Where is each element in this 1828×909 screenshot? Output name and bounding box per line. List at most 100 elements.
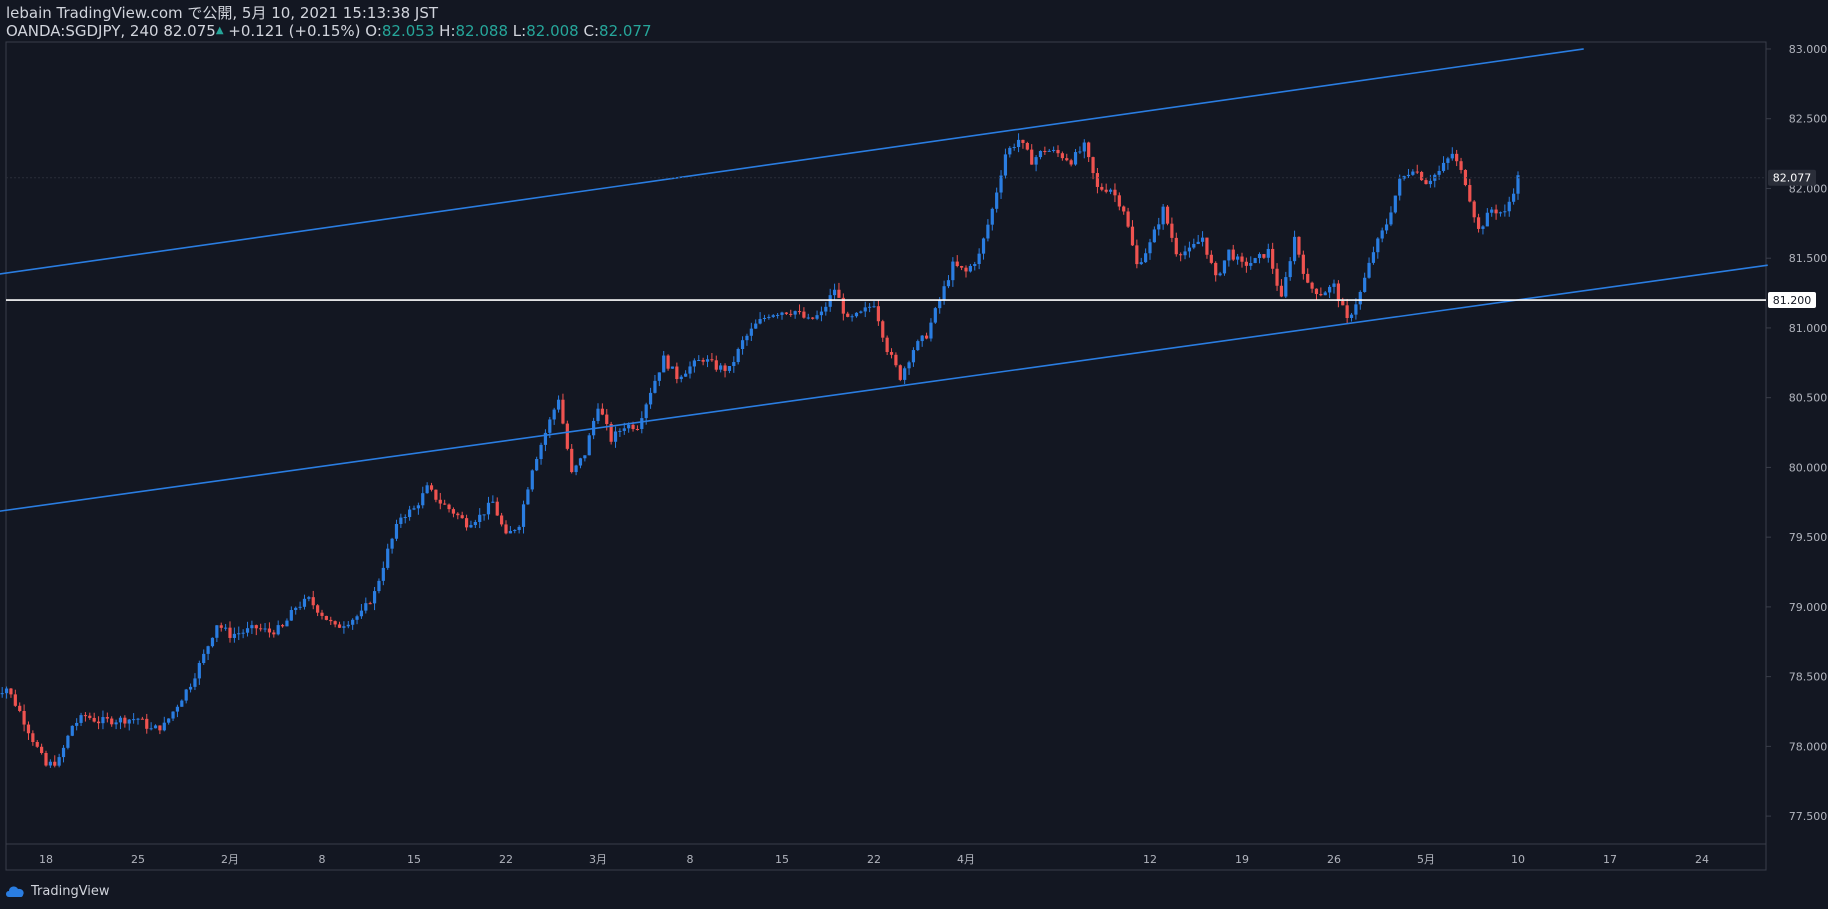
candle-body [1192,244,1196,248]
candle-body [1354,304,1358,315]
candle-body [1380,230,1384,239]
x-tick-label: 19 [1235,853,1249,866]
candle-body [697,360,701,362]
candle-body [662,355,666,373]
candle-body [1095,173,1100,187]
candle-body [1218,273,1222,276]
candle-body [929,322,933,339]
candle-body [942,286,946,300]
candle-body [70,725,74,736]
upper-channel-trendline [0,48,1584,275]
candle-body [710,359,714,361]
candle-body [714,360,718,370]
candle-body [644,404,648,419]
candle-body [500,515,504,525]
candle-body [1336,283,1340,302]
candle-body [955,261,959,267]
candle-body [1012,147,1016,149]
candle-body [118,717,123,723]
candle-body [1292,236,1297,262]
candle-body [96,721,101,724]
candle-body [1376,238,1380,253]
candle-body [1078,151,1082,153]
candle-body [40,746,44,753]
candle-body [1187,247,1192,252]
candle-body [653,380,657,393]
candle-body [596,408,600,421]
candle-body [48,761,52,766]
candle-body [263,628,267,630]
x-tick-label: 15 [775,853,789,866]
candle-body [1030,149,1034,165]
candle-body [1389,212,1393,225]
candle-body [605,414,609,424]
candle-body [451,509,456,514]
candle-body [635,428,640,430]
candle-body [1275,268,1279,286]
candle-body [973,263,977,266]
candle-body [311,597,315,606]
candle-body [1266,248,1270,258]
candle-body [79,715,83,723]
candle-body [486,502,491,515]
candle-body [443,503,447,505]
candle-body [35,741,39,747]
candle-body [162,722,166,731]
x-tick-label: 26 [1327,853,1341,866]
candle-body [754,323,758,329]
candle-body [359,610,364,617]
candle-body [1428,180,1432,185]
candle-body [101,717,105,724]
candle-body [548,419,552,433]
candle-body [504,524,508,534]
candle-body [1393,195,1397,213]
x-tick-label: 22 [867,853,881,866]
candle-body [447,504,451,510]
candle-body [692,360,696,367]
candle-body [1231,249,1235,260]
candle-body [898,365,902,380]
candle-body [1165,206,1170,224]
candle-body [197,663,201,679]
candle-body [1371,252,1376,263]
candle-body [907,362,911,369]
candle-body [828,295,832,307]
candle-body [587,435,591,456]
candle-body [167,718,171,723]
candles [0,133,1520,768]
candle-body [876,306,880,322]
candle-body [224,627,228,629]
candle-body [1490,209,1494,213]
candle-body [175,706,180,712]
candle-body [1363,277,1367,292]
candle-body [933,308,937,323]
x-tick-label: 2月 [221,853,239,866]
candle-body [648,392,653,405]
candle-body [18,705,22,711]
y-tick-label: 81.000 [1789,322,1828,335]
candle-body [960,266,964,268]
candle-body [434,489,438,500]
candle-body [627,424,631,429]
candle-body [789,313,793,315]
candle-body [1227,249,1231,261]
candle-body [1003,154,1008,176]
candle-body [1406,174,1411,177]
price-chart[interactable]: 77.500 78.000 78.500 79.000 79.500 80.000 80.5… [0,0,1828,909]
candle-body [228,627,232,638]
candle-body [990,208,994,225]
candle-body [1498,212,1503,214]
candle-body [1060,153,1064,159]
candle-body [583,455,587,459]
chart-frame [5,41,1767,871]
candle-body [250,625,254,629]
x-tick-label: 15 [407,853,421,866]
candle-body [215,625,219,638]
candle-body [767,316,771,318]
candle-body [1209,254,1213,263]
candle-body [188,686,193,690]
candle-body [850,316,854,318]
candle-body [657,372,661,381]
candle-body [1319,294,1323,296]
candle-body [158,725,162,731]
